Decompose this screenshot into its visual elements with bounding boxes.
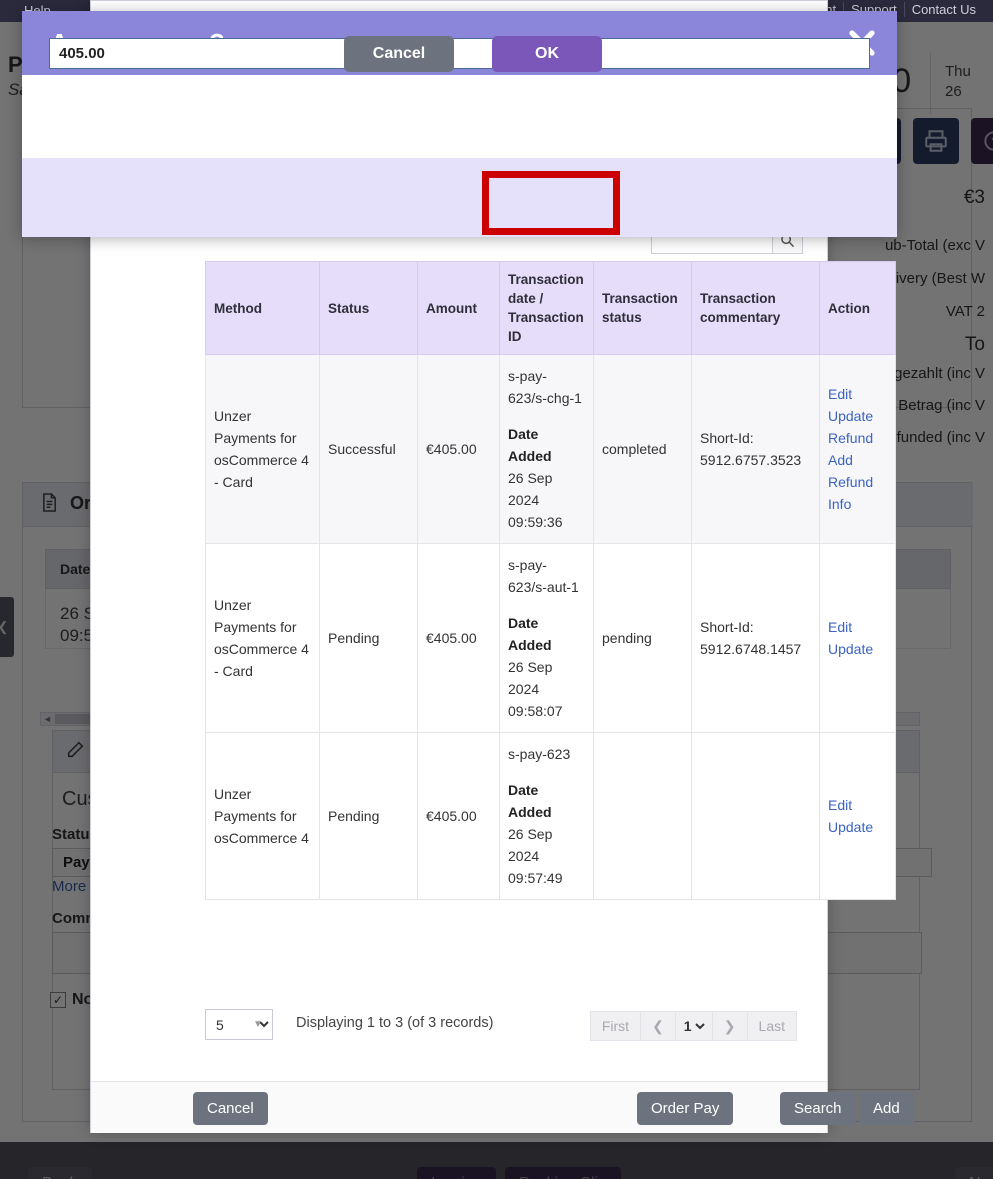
cell-transaction-status: completed: [593, 354, 692, 544]
cell-transaction-date: s-pay-623/s-aut-1 Date Added 26 Sep 2024…: [499, 543, 594, 733]
pagination-last-button[interactable]: Last: [748, 1012, 796, 1040]
cell-status: Successful: [319, 354, 418, 544]
pagination-next-button[interactable]: ❯: [713, 1012, 748, 1040]
action-edit[interactable]: Edit: [828, 794, 887, 816]
cell-amount: €405.00: [417, 354, 500, 544]
date-added-label: Date Added: [508, 615, 552, 653]
th-transaction-commentary[interactable]: Transaction commentary: [691, 261, 820, 355]
cell-method: Unzer Payments for osCommerce 4: [205, 732, 320, 900]
ok-button-highlight: [482, 171, 620, 235]
order-pay-button[interactable]: Order Pay: [637, 1092, 734, 1125]
cell-status: Pending: [319, 543, 418, 733]
cell-transaction-status: pending: [593, 543, 692, 733]
pagination-info: Displaying 1 to 3 (of 3 records): [296, 1015, 494, 1031]
transaction-id: s-pay-623: [508, 746, 571, 762]
transaction-id: s-pay-623/s-chg-1: [508, 368, 582, 406]
pagination-first-button[interactable]: First: [591, 1012, 642, 1040]
date-added-value: 26 Sep 2024 09:58:07: [508, 659, 563, 719]
action-add-refund-info[interactable]: Add Refund Info: [828, 449, 887, 515]
confirm-dialog-footer: [22, 158, 897, 237]
th-amount[interactable]: Amount: [417, 261, 500, 355]
confirm-cancel-button[interactable]: Cancel: [344, 36, 454, 72]
th-method[interactable]: Method: [205, 261, 320, 355]
panel-add-button[interactable]: Add: [859, 1092, 914, 1125]
th-transaction-date[interactable]: Transaction date / Transaction ID: [499, 261, 594, 355]
action-update[interactable]: Update: [828, 816, 887, 838]
date-added-label: Date Added: [508, 426, 552, 464]
payments-table-header-row: Method Status Amount Transaction date / …: [205, 261, 896, 355]
panel-search-button[interactable]: Search: [780, 1092, 856, 1125]
action-edit[interactable]: Edit: [828, 616, 887, 638]
confirm-amount-input[interactable]: [49, 38, 870, 69]
pagination-controls: First ❮ 1 ❯ Last: [589, 1011, 797, 1041]
table-row: Unzer Payments for osCommerce 4 - Card S…: [205, 354, 896, 544]
action-refund[interactable]: Refund: [828, 427, 887, 449]
cell-transaction-commentary: Short-Id: 5912.6757.3523: [691, 354, 820, 544]
action-update[interactable]: Update: [828, 405, 887, 427]
cell-transaction-commentary: [691, 732, 820, 900]
panel-cancel-button[interactable]: Cancel: [193, 1092, 268, 1125]
pagination-page-select[interactable]: 1: [679, 1017, 708, 1035]
cell-transaction-date: s-pay-623 Date Added 26 Sep 2024 09:57:4…: [499, 732, 594, 900]
cell-action: Edit Update Refund Add Refund Info: [819, 354, 896, 544]
payments-table: Method Status Amount Transaction date / …: [205, 261, 896, 900]
table-row: Unzer Payments for osCommerce 4 Pending …: [205, 732, 896, 900]
cell-action: Edit Update: [819, 732, 896, 900]
cell-amount: €405.00: [417, 543, 500, 733]
transaction-id: s-pay-623/s-aut-1: [508, 557, 579, 595]
action-edit[interactable]: Edit: [828, 383, 887, 405]
date-added-label: Date Added: [508, 782, 552, 820]
confirm-dialog-body: [22, 75, 897, 158]
date-added-value: 26 Sep 2024 09:59:36: [508, 470, 563, 530]
cell-amount: €405.00: [417, 732, 500, 900]
confirm-ok-button[interactable]: OK: [492, 36, 602, 72]
page-size-select[interactable]: 5102550: [205, 1009, 273, 1040]
date-added-value: 26 Sep 2024 09:57:49: [508, 826, 563, 886]
cell-transaction-date: s-pay-623/s-chg-1 Date Added 26 Sep 2024…: [499, 354, 594, 544]
cell-method: Unzer Payments for osCommerce 4 - Card: [205, 543, 320, 733]
cell-method: Unzer Payments for osCommerce 4 - Card: [205, 354, 320, 544]
cell-status: Pending: [319, 732, 418, 900]
th-action: Action: [819, 261, 896, 355]
th-status[interactable]: Status: [319, 261, 418, 355]
cell-action: Edit Update: [819, 543, 896, 733]
nav-contact-us[interactable]: Contact Us: [903, 2, 983, 17]
cell-transaction-commentary: Short-Id: 5912.6748.1457: [691, 543, 820, 733]
action-update[interactable]: Update: [828, 638, 887, 660]
cell-transaction-status: [593, 732, 692, 900]
th-transaction-status[interactable]: Transaction status: [593, 261, 692, 355]
confirm-dialog: Are you sure? Cancel OK: [22, 11, 897, 237]
pagination-page-select-wrap[interactable]: 1: [675, 1012, 713, 1040]
table-row: Unzer Payments for osCommerce 4 - Card P…: [205, 543, 896, 733]
pagination-prev-button[interactable]: ❮: [641, 1012, 676, 1040]
